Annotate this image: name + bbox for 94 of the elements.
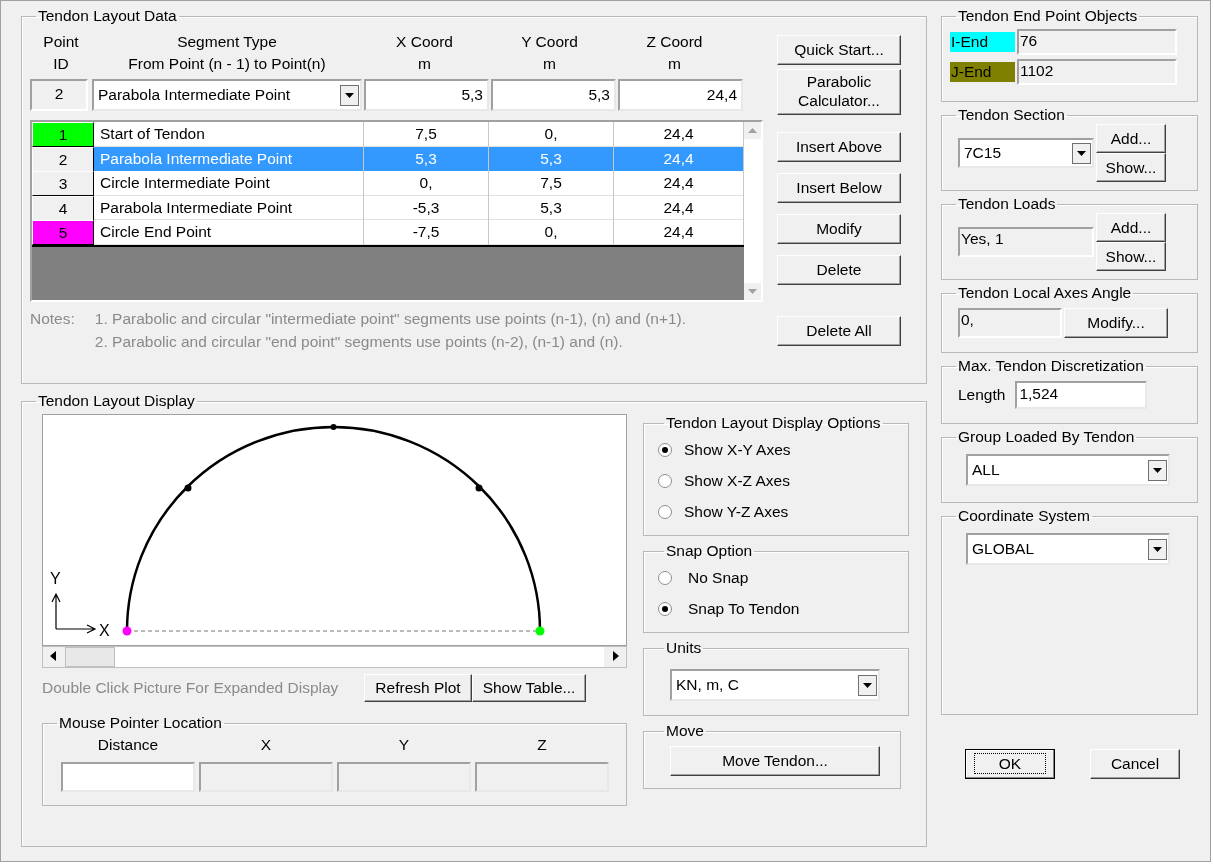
note-text: 1. Parabolic and circular "intermediate point" segments use points (n-1), (n) and (n+1). xyxy=(94,310,687,328)
radio-option[interactable]: Show X-Y Axes xyxy=(658,434,900,465)
action-button[interactable]: Insert Above xyxy=(777,132,901,162)
axis-label: X xyxy=(99,622,110,639)
axis-label: Y xyxy=(50,570,61,587)
dialog-button[interactable]: Cancel xyxy=(1090,749,1180,779)
group-title: Max. Tendon Discretization xyxy=(957,357,1145,375)
table-cell: 5,3 xyxy=(364,146,489,172)
section-dropdown[interactable]: 7C15 xyxy=(958,138,1094,168)
hint-text: Double Click Picture For Expanded Display xyxy=(42,679,339,697)
column-header: Point xyxy=(43,33,79,51)
radio-option[interactable]: No Snap xyxy=(658,562,900,593)
radio-button-icon[interactable] xyxy=(658,504,672,519)
point-id-cell[interactable]: 3 xyxy=(32,171,94,196)
loads-button[interactable]: Add... xyxy=(1096,213,1166,242)
x-coord-field[interactable]: 5,3 xyxy=(364,79,489,111)
group-title: Move xyxy=(665,722,705,740)
action-button[interactable]: Insert Below xyxy=(777,173,901,203)
axes-icon xyxy=(51,592,97,634)
section-button[interactable]: Add... xyxy=(1096,124,1166,153)
point-id-cell[interactable]: 4 xyxy=(32,195,94,221)
radio-option[interactable]: Show Y-Z Axes xyxy=(658,496,900,527)
end-object-field: 76 xyxy=(1017,29,1177,55)
column-header: Y Coord xyxy=(521,33,578,51)
action-button[interactable]: Delete xyxy=(777,255,901,285)
end-label: J-End xyxy=(950,62,1015,82)
loads-button[interactable]: Show... xyxy=(1096,242,1166,271)
table-cell: Parabola Intermediate Point xyxy=(94,146,364,172)
end-object-field: 1102 xyxy=(1017,59,1177,85)
group-title: Units xyxy=(665,639,703,657)
group-title: Tendon End Point Objects xyxy=(957,7,1139,25)
group-title: Tendon Section xyxy=(957,106,1066,124)
group-title: Tendon Layout Display Options xyxy=(665,414,882,432)
note-text: 2. Parabolic and circular "end point" segments use points (n-2), (n-1) and (n). xyxy=(94,333,624,351)
radio-button-icon[interactable] xyxy=(658,601,672,616)
segment-type-dropdown[interactable]: Parabola Intermediate Point xyxy=(92,79,362,111)
y-coord-field[interactable]: 5,3 xyxy=(491,79,616,111)
field-label: Y xyxy=(398,736,410,754)
group-title: Tendon Layout Display xyxy=(37,392,196,410)
field-label: Length xyxy=(958,386,1006,404)
point-id-cell[interactable]: 5 xyxy=(32,220,94,245)
group-dropdown[interactable]: ALL xyxy=(966,454,1170,486)
point-id-field: 2 xyxy=(30,79,88,111)
modify-button[interactable]: Modify... xyxy=(1064,308,1168,338)
length-field[interactable]: 1,524 xyxy=(1015,381,1148,409)
move-tendon-button[interactable]: Move Tendon... xyxy=(670,746,880,776)
table-cell: 5,3 xyxy=(489,146,614,172)
input-field[interactable] xyxy=(61,762,195,792)
group-title: Coordinate System xyxy=(957,507,1091,525)
action-button[interactable]: Quick Start... xyxy=(777,35,901,65)
scroll-up-icon[interactable] xyxy=(744,122,761,139)
horizontal-scrollbar[interactable] xyxy=(42,646,627,668)
end-label: I-End xyxy=(950,32,1015,52)
group-title: Snap Option xyxy=(665,542,754,560)
scroll-down-icon[interactable] xyxy=(744,283,761,300)
notes-label: Notes: xyxy=(30,310,75,329)
action-button[interactable]: Modify xyxy=(777,214,901,244)
group-title: Tendon Layout Data xyxy=(37,7,178,25)
group-title: Tendon Local Axes Angle xyxy=(957,284,1133,302)
column-unit: From Point (n - 1) to Point(n) xyxy=(128,55,326,73)
column-unit: m xyxy=(418,55,431,73)
column-header: Z Coord xyxy=(646,33,703,51)
scroll-thumb[interactable] xyxy=(65,647,115,667)
radio-option[interactable]: Show X-Z Axes xyxy=(658,465,900,496)
vertical-scrollbar[interactable] xyxy=(744,122,761,300)
point-id-cell[interactable]: 2 xyxy=(32,146,94,172)
column-unit: m xyxy=(668,55,681,73)
column-header: Segment Type xyxy=(177,33,277,51)
angle-field: 0, xyxy=(958,308,1062,338)
z-coord-field[interactable]: 24,4 xyxy=(618,79,743,111)
group-title: Tendon Loads xyxy=(957,195,1057,213)
plot-button[interactable]: Show Table... xyxy=(471,674,587,702)
section-button[interactable]: Show... xyxy=(1096,153,1166,182)
radio-button-icon[interactable] xyxy=(658,473,672,488)
field-label: Distance xyxy=(97,736,159,754)
dialog-button[interactable]: OK xyxy=(965,749,1055,779)
group-title: Group Loaded By Tendon xyxy=(957,428,1136,446)
column-unit: m xyxy=(543,55,556,73)
loads-field: Yes, 1 xyxy=(958,227,1094,257)
table-cell: 24,4 xyxy=(614,146,744,172)
column-unit: ID xyxy=(53,55,69,73)
action-button[interactable]: Delete All xyxy=(777,316,901,346)
group-title: Mouse Pointer Location xyxy=(58,714,223,732)
coordinate-system-dropdown[interactable]: GLOBAL xyxy=(966,533,1170,565)
units-dropdown[interactable]: KN, m, C xyxy=(670,669,880,701)
field-label: X xyxy=(260,736,272,754)
radio-option[interactable]: Snap To Tendon xyxy=(658,593,900,624)
plot-button[interactable]: Refresh Plot xyxy=(364,674,472,702)
action-button[interactable]: Parabolic Calculator... xyxy=(777,69,901,115)
radio-button-icon[interactable] xyxy=(658,570,672,585)
point-id-cell[interactable]: 1 xyxy=(32,122,94,147)
field-label: Z xyxy=(537,736,547,754)
radio-button-icon[interactable] xyxy=(658,442,672,457)
column-header: X Coord xyxy=(396,33,453,51)
